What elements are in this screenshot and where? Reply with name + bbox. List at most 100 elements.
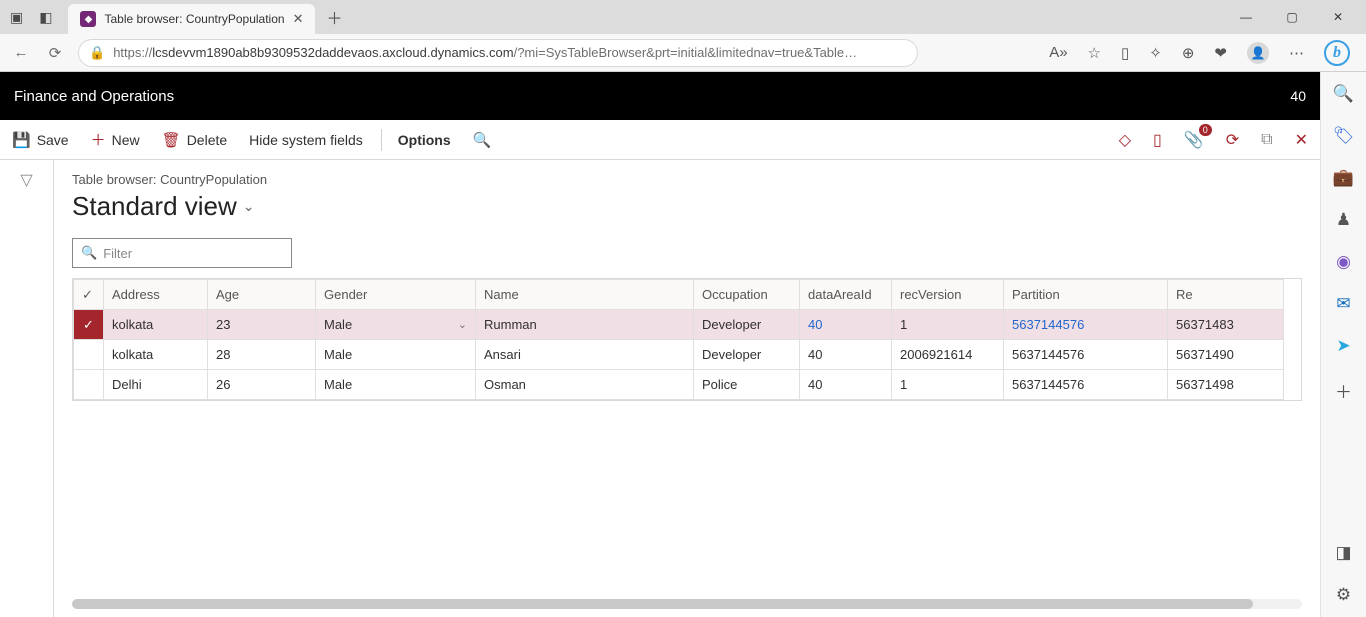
cell[interactable]: 26	[208, 370, 316, 400]
delete-button[interactable]: 🗑Delete	[162, 131, 228, 149]
cell[interactable]: Police	[694, 370, 800, 400]
more-menu-icon[interactable]: ⋯	[1289, 44, 1304, 62]
chevron-down-icon: ⌄	[243, 198, 255, 215]
favorites-bar-icon[interactable]: ✧	[1149, 44, 1162, 62]
options-button[interactable]: Options	[381, 129, 451, 151]
games-icon[interactable]: ♟	[1336, 210, 1351, 230]
settings-icon[interactable]: ⚙	[1336, 585, 1351, 605]
cell[interactable]: 1	[892, 370, 1004, 400]
cell[interactable]: 56371490	[1168, 340, 1284, 370]
cell[interactable]: 5637144576	[1004, 310, 1168, 340]
cell[interactable]: 56371498	[1168, 370, 1284, 400]
table-row[interactable]: Delhi26MaleOsmanPolice401563714457656371…	[74, 370, 1284, 400]
outlook-icon[interactable]: ✉	[1336, 294, 1350, 314]
refresh-action[interactable]: ⟳	[1226, 130, 1239, 150]
tools-icon[interactable]: 💼	[1333, 168, 1354, 188]
window-close-button[interactable]: ✕	[1324, 10, 1352, 24]
col-occupation[interactable]: Occupation	[694, 280, 800, 310]
attachments-button[interactable]: 📎0	[1184, 130, 1204, 150]
col-age[interactable]: Age	[208, 280, 316, 310]
sidebar-collapse-icon[interactable]: ◨	[1335, 543, 1351, 563]
view-selector[interactable]: Standard view ⌄	[72, 191, 1302, 222]
breadcrumb: Table browser: CountryPopulation	[72, 172, 1302, 187]
back-button[interactable]: ←	[10, 44, 32, 61]
cell[interactable]: 5637144576	[1004, 340, 1168, 370]
reader-mode-icon[interactable]: A»	[1049, 44, 1067, 61]
col-recid[interactable]: Re	[1168, 280, 1284, 310]
favorite-icon[interactable]: ☆	[1088, 44, 1101, 62]
company-indicator[interactable]: 40	[1290, 88, 1306, 104]
cell[interactable]: Ansari	[476, 340, 694, 370]
cell[interactable]: 40	[800, 340, 892, 370]
popout-icon[interactable]: ⧉	[1261, 131, 1272, 149]
app-header: Finance and Operations 40	[0, 72, 1320, 120]
performance-icon[interactable]: ❤	[1214, 44, 1227, 62]
add-tool-icon[interactable]: ＋	[1335, 378, 1352, 403]
cell[interactable]: Developer	[694, 310, 800, 340]
m365-icon[interactable]: ◉	[1336, 252, 1351, 272]
cell[interactable]: kolkata	[104, 340, 208, 370]
tab-actions-icon[interactable]: ▣	[10, 10, 23, 24]
cell[interactable]: 40	[800, 310, 892, 340]
new-tab-button[interactable]: ＋	[319, 5, 349, 29]
cell-gender[interactable]: Male	[316, 370, 476, 400]
search-icon[interactable]: 🔍	[1333, 84, 1354, 104]
close-form-button[interactable]: ✕	[1295, 130, 1308, 150]
filter-rail: ▽	[0, 160, 54, 617]
tab-title: Table browser: CountryPopulation	[104, 12, 284, 26]
cell[interactable]: 56371483	[1168, 310, 1284, 340]
cell[interactable]: 28	[208, 340, 316, 370]
save-button[interactable]: 💾Save	[12, 131, 69, 149]
col-name[interactable]: Name	[476, 280, 694, 310]
view-title-text: Standard view	[72, 191, 237, 222]
col-address[interactable]: Address	[104, 280, 208, 310]
row-selector[interactable]	[74, 340, 104, 370]
cell[interactable]: 1	[892, 310, 1004, 340]
cell-gender[interactable]: Male	[316, 340, 476, 370]
select-all-checkbox[interactable]: ✓	[74, 280, 104, 310]
send-icon[interactable]: ➤	[1336, 336, 1350, 356]
refresh-button[interactable]: ⟳	[44, 44, 66, 62]
tag-icon[interactable]: 🏷	[1333, 126, 1355, 146]
search-action[interactable]: 🔍	[473, 131, 492, 149]
col-gender[interactable]: Gender	[316, 280, 476, 310]
filter-input[interactable]: 🔍 Filter	[72, 238, 292, 268]
workspaces-icon[interactable]: ◧	[39, 10, 52, 24]
bing-chat-icon[interactable]: b	[1324, 40, 1350, 66]
cell[interactable]: kolkata	[104, 310, 208, 340]
cell-gender[interactable]: Male⌄	[316, 310, 476, 340]
chevron-down-icon[interactable]: ⌄	[458, 318, 467, 331]
cell[interactable]: 5637144576	[1004, 370, 1168, 400]
hide-system-fields-button[interactable]: Hide system fields	[249, 132, 363, 148]
col-recversion[interactable]: recVersion	[892, 280, 1004, 310]
cell[interactable]: 2006921614	[892, 340, 1004, 370]
browser-tab[interactable]: ◆ Table browser: CountryPopulation ✕	[68, 4, 315, 34]
cell[interactable]: Developer	[694, 340, 800, 370]
search-icon: 🔍	[473, 131, 492, 149]
table-row[interactable]: kolkata28MaleAnsariDeveloper402006921614…	[74, 340, 1284, 370]
horizontal-scrollbar[interactable]	[72, 599, 1302, 609]
cell[interactable]: Rumman	[476, 310, 694, 340]
filter-icon[interactable]: ▽	[20, 172, 32, 189]
row-selector[interactable]	[74, 370, 104, 400]
cell[interactable]: 23	[208, 310, 316, 340]
maximize-button[interactable]: ▢	[1278, 10, 1306, 24]
url-input[interactable]: 🔒 https://lcsdevvm1890ab8b9309532daddeva…	[78, 39, 918, 67]
scrollbar-thumb[interactable]	[72, 599, 1253, 609]
office-icon[interactable]: ▯	[1153, 130, 1162, 150]
cell[interactable]: Osman	[476, 370, 694, 400]
profile-avatar[interactable]: 👤	[1247, 42, 1269, 64]
collections-split-icon[interactable]: ▯	[1121, 44, 1129, 62]
browser-titlebar: ▣ ◧ ◆ Table browser: CountryPopulation ✕…	[0, 0, 1366, 34]
row-selector[interactable]: ✓	[74, 310, 104, 340]
cell[interactable]: Delhi	[104, 370, 208, 400]
cell[interactable]: 40	[800, 370, 892, 400]
close-icon[interactable]: ✕	[293, 11, 304, 27]
diamond-icon[interactable]: ◇	[1119, 130, 1131, 150]
new-button[interactable]: ＋New	[91, 129, 140, 150]
collections-icon[interactable]: ⊕	[1182, 44, 1195, 62]
col-partition[interactable]: Partition	[1004, 280, 1168, 310]
minimize-button[interactable]: —	[1232, 10, 1260, 24]
table-row[interactable]: ✓kolkata23Male⌄RummanDeveloper4015637144…	[74, 310, 1284, 340]
col-dataareaid[interactable]: dataAreaId	[800, 280, 892, 310]
